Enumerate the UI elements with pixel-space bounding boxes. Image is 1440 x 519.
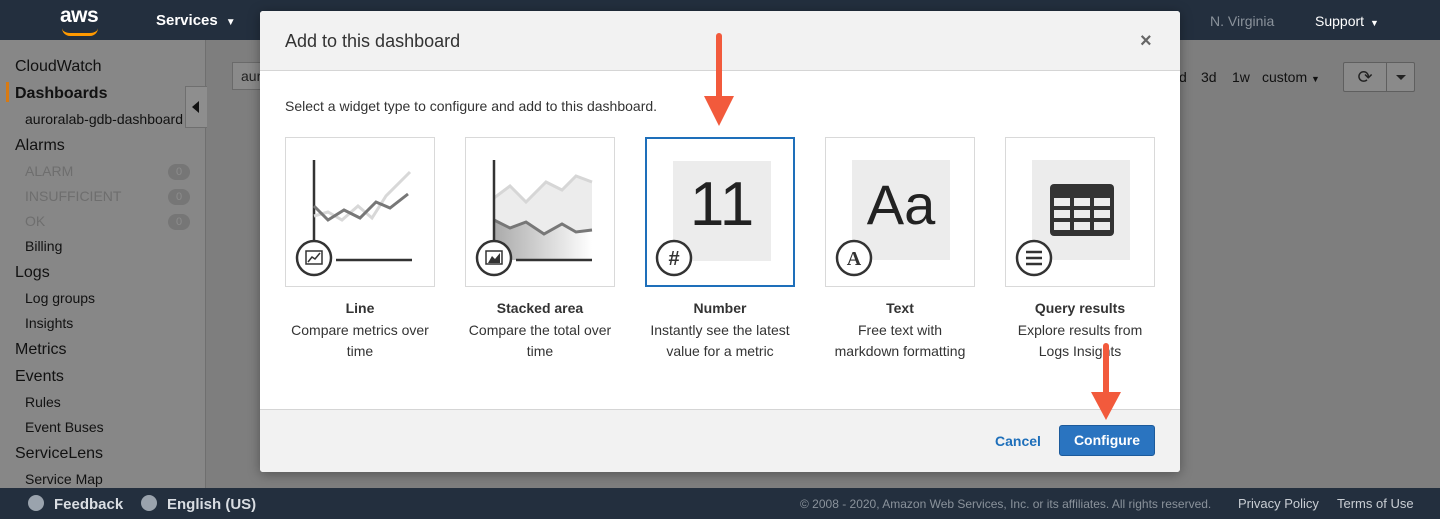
desc-line-2: time	[346, 343, 374, 359]
modal-instruction: Select a widget type to configure and ad…	[285, 98, 658, 114]
widget-desc-number: Instantly see the latest value for a metr…	[630, 320, 810, 362]
chevron-down-icon: ▼	[1311, 74, 1320, 84]
refresh-icon: ⟳	[1357, 67, 1373, 87]
widget-card-number[interactable]: 11 #	[645, 137, 795, 287]
aws-logo-text: aws	[60, 4, 99, 27]
alarm-count-badge: 0	[168, 164, 190, 180]
annotation-arrow-down-icon	[1091, 343, 1121, 420]
close-icon[interactable]: ×	[1140, 30, 1152, 53]
sidebar-item-event-buses[interactable]: Event Buses	[25, 419, 104, 435]
sidebar-item-insights[interactable]: Insights	[25, 315, 73, 331]
region-selector[interactable]: N. Virginia	[1210, 13, 1274, 29]
modal-footer: Cancel Configure	[260, 409, 1180, 472]
widget-title-line: Line	[345, 300, 375, 316]
widget-desc-query-results: Explore results from Logs Insights	[990, 320, 1170, 362]
chevron-down-icon: ▼	[225, 17, 236, 28]
terms-of-use-link[interactable]: Terms of Use	[1337, 496, 1414, 511]
sidebar-item-alarms[interactable]: Alarms	[15, 137, 65, 155]
widget-card-query-results[interactable]	[1005, 137, 1155, 287]
feedback-label: Feedback	[54, 496, 124, 513]
configure-button[interactable]: Configure	[1059, 425, 1155, 456]
feedback-link[interactable]: Feedback	[28, 495, 123, 513]
time-range-1w[interactable]: 1w	[1232, 69, 1250, 85]
modal-title: Add to this dashboard	[285, 31, 461, 51]
refresh-options-button[interactable]	[1386, 62, 1415, 92]
widget-card-stacked-area[interactable]	[465, 137, 615, 287]
privacy-policy-link[interactable]: Privacy Policy	[1238, 496, 1319, 511]
widget-title-query-results: Query results	[1034, 300, 1126, 316]
language-label: English (US)	[167, 496, 257, 513]
chevron-down-icon	[1396, 75, 1406, 80]
hash-icon: #	[655, 239, 693, 277]
line-chart-preview	[295, 160, 412, 277]
globe-icon	[141, 495, 157, 511]
desc-line-1: Instantly see the latest	[650, 322, 790, 338]
ok-count-badge: 0	[168, 214, 190, 230]
copyright-text: © 2008 - 2020, Amazon Web Services, Inc.…	[800, 497, 1212, 511]
custom-label: custom	[1262, 69, 1308, 85]
widget-title-stacked-area: Stacked area	[496, 300, 584, 316]
sidebar-item-ok[interactable]: OK	[25, 213, 45, 229]
annotation-arrow-down-icon	[704, 33, 734, 126]
sidebar-item-alarm[interactable]: ALARM	[25, 163, 73, 179]
support-label: Support	[1315, 13, 1365, 29]
chevron-left-icon	[192, 101, 199, 113]
sidebar-item-insufficient[interactable]: INSUFFICIENT	[25, 188, 121, 204]
chat-bubble-icon	[28, 495, 44, 511]
sidebar-item-log-groups[interactable]: Log groups	[25, 290, 95, 306]
support-menu[interactable]: Support ▼	[1315, 13, 1379, 29]
desc-line-2: markdown formatting	[834, 343, 966, 359]
desc-line-2: value for a metric	[666, 343, 774, 359]
sidebar-item-billing[interactable]: Billing	[25, 238, 62, 254]
sidebar-item-metrics[interactable]: Metrics	[15, 341, 67, 359]
table-preview	[1015, 160, 1130, 277]
sidebar: CloudWatch Dashboards auroralab-gdb-dash…	[0, 40, 206, 488]
desc-line-2: time	[526, 343, 554, 359]
time-range-option[interactable]: d	[1179, 69, 1187, 85]
active-indicator	[6, 82, 9, 102]
chevron-down-icon: ▼	[1370, 18, 1379, 28]
services-label: Services	[156, 12, 218, 29]
sidebar-item-service-map[interactable]: Service Map	[25, 471, 103, 487]
desc-line-1: Free text with	[857, 322, 943, 338]
cancel-button[interactable]: Cancel	[995, 433, 1041, 449]
sidebar-collapse-button[interactable]	[185, 86, 207, 128]
sidebar-item-logs[interactable]: Logs	[15, 264, 50, 282]
aws-logo[interactable]: aws	[60, 4, 99, 36]
insufficient-count-badge: 0	[168, 189, 190, 205]
svg-text:A: A	[847, 248, 862, 270]
sidebar-item-cloudwatch[interactable]: CloudWatch	[15, 58, 102, 76]
refresh-button[interactable]: ⟳	[1343, 62, 1387, 92]
widget-card-line[interactable]	[285, 137, 435, 287]
sidebar-item-auroralab-dashboard[interactable]: auroralab-gdb-dashboard	[25, 111, 183, 127]
desc-line-1: Explore results from	[1017, 322, 1143, 338]
widget-desc-text: Free text with markdown formatting	[810, 320, 990, 362]
area-chart-preview	[475, 160, 593, 277]
widget-card-text[interactable]: Aa A	[825, 137, 975, 287]
language-selector[interactable]: English (US)	[141, 495, 256, 513]
widget-desc-stacked-area: Compare the total over time	[450, 320, 630, 362]
aws-smile-icon	[62, 28, 98, 36]
text-a-icon: A	[835, 239, 873, 277]
time-range-3d[interactable]: 3d	[1201, 69, 1217, 85]
desc-line-1: Compare metrics over	[291, 322, 429, 338]
time-range-custom[interactable]: custom ▼	[1262, 69, 1320, 85]
desc-line-1: Compare the total over	[468, 322, 612, 338]
services-menu[interactable]: Services ▼	[156, 12, 236, 29]
widget-desc-line: Compare metrics over time	[270, 320, 450, 362]
sidebar-item-events[interactable]: Events	[15, 368, 64, 386]
svg-text:#: #	[668, 248, 679, 270]
footer: Feedback English (US) © 2008 - 2020, Ama…	[0, 488, 1440, 519]
sidebar-item-rules[interactable]: Rules	[25, 394, 61, 410]
widget-title-text: Text	[886, 300, 914, 316]
widget-title-number: Number	[693, 300, 747, 316]
sidebar-item-servicelens[interactable]: ServiceLens	[15, 445, 103, 463]
sidebar-item-dashboards[interactable]: Dashboards	[15, 85, 107, 103]
